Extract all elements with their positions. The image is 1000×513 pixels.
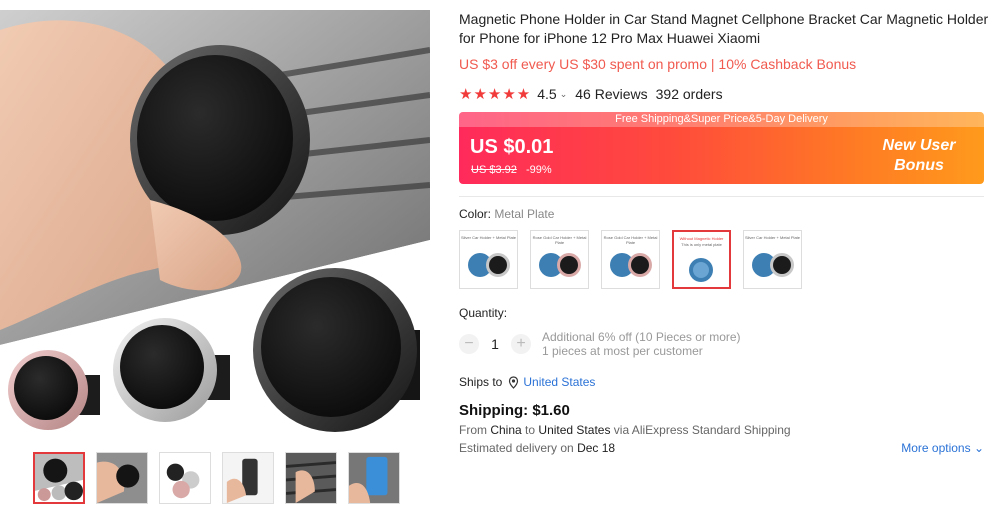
divider: [459, 196, 984, 197]
swatch-caption: Silver Car Holder + Metal Plate: [744, 235, 801, 240]
to-prefix: to: [525, 423, 536, 437]
from-country: China: [490, 423, 522, 437]
swatch-silver[interactable]: Silver Car Holder + Metal Plate: [459, 230, 518, 289]
swatch-metal-plate[interactable]: Without Magnetic Holder This is only met…: [672, 230, 731, 289]
quantity-stepper: − + Additional 6% off (10 Pieces or more…: [459, 330, 989, 358]
price-box: Free Shipping&Super Price&5-Day Delivery…: [459, 112, 984, 184]
thumbnail-5[interactable]: [285, 452, 337, 504]
location-pin-icon: [509, 375, 519, 389]
from-prefix: From: [459, 423, 487, 437]
swatch-caption: Rose Gold Car Holder + Metal Plate: [603, 235, 658, 245]
thumbnail-1[interactable]: [33, 452, 85, 504]
swatch-caption: Rose Gold Car Holder + Metal Plate: [532, 235, 587, 245]
swatch-caption: Silver Car Holder + Metal Plate: [460, 235, 517, 240]
new-user-bonus[interactable]: New User Bonus: [854, 136, 984, 180]
shipping-route: From China to United States via AliExpre…: [459, 423, 989, 437]
delivery-row: Estimated delivery on Dec 18 More option…: [459, 441, 984, 455]
thumbnail-2[interactable]: [96, 452, 148, 504]
orders-count: 392 orders: [655, 86, 723, 102]
rating-value[interactable]: 4.5: [537, 86, 556, 102]
new-user-line1: New User: [882, 137, 956, 154]
estimated-date: Dec 18: [577, 441, 616, 455]
shipping-method: via AliExpress Standard Shipping: [613, 423, 791, 437]
product-info: Magnetic Phone Holder in Car Stand Magne…: [459, 10, 989, 455]
quantity-input[interactable]: [479, 336, 511, 352]
estimated-delivery: Estimated delivery on Dec 18: [459, 441, 615, 455]
chevron-down-icon[interactable]: ⌄: [560, 89, 568, 100]
color-label-row: Color: Metal Plate: [459, 207, 989, 221]
color-swatches: Silver Car Holder + Metal Plate Rose Gol…: [459, 230, 989, 289]
ships-to-row: Ships to United States: [459, 375, 989, 389]
thumbnail-4[interactable]: [222, 452, 274, 504]
swatch-rose-gold[interactable]: Rose Gold Car Holder + Metal Plate: [530, 230, 589, 289]
color-label: Color:: [459, 207, 492, 221]
thumbnail-strip: [33, 452, 400, 504]
new-user-line2: Bonus: [894, 157, 944, 174]
quantity-minus-button[interactable]: −: [459, 334, 479, 354]
product-title: Magnetic Phone Holder in Car Stand Magne…: [459, 11, 989, 46]
more-options-button[interactable]: More options ⌄: [901, 441, 984, 455]
discount-badge: -99%: [525, 164, 552, 176]
thumbnail-3[interactable]: [159, 452, 211, 504]
rating-stars-icon: ★★★★★: [459, 86, 532, 103]
thumbnail-6[interactable]: [348, 452, 400, 504]
chevron-down-icon: ⌄: [973, 441, 984, 455]
bulk-discount-note: Additional 6% off (10 Pieces or more): [542, 330, 741, 344]
estimated-prefix: Estimated delivery on: [459, 441, 574, 455]
ships-to-country-link[interactable]: United States: [523, 375, 595, 389]
ships-to-label: Ships to: [459, 375, 503, 389]
original-price-row: US $3.92 -99%: [471, 164, 552, 176]
reviews-link[interactable]: 46 Reviews: [575, 86, 647, 102]
price-banner: Free Shipping&Super Price&5-Day Delivery: [459, 112, 984, 127]
to-country: United States: [538, 423, 611, 437]
quantity-notes: Additional 6% off (10 Pieces or more) 1 …: [542, 330, 741, 358]
swatch-caption-2: This is only metal plate: [681, 242, 722, 247]
swatch-silver-2[interactable]: Silver Car Holder + Metal Plate: [743, 230, 802, 289]
promo-text[interactable]: US $3 off every US $30 spent on promo | …: [459, 56, 989, 72]
quantity-plus-button[interactable]: +: [511, 334, 531, 354]
color-selected-value: Metal Plate: [494, 207, 555, 221]
original-price: US $3.92: [471, 164, 517, 176]
rating-row: ★★★★★ 4.5 ⌄ 46 Reviews 392 orders: [459, 85, 989, 103]
quantity-label: Quantity:: [459, 306, 508, 320]
purchase-limit-note: 1 pieces at most per customer: [542, 344, 703, 358]
more-options-label: More options: [901, 441, 971, 455]
current-price: US $0.01: [470, 136, 554, 158]
swatch-caption: Without Magnetic Holder: [679, 236, 724, 241]
shipping-price: Shipping: $1.60: [459, 402, 570, 419]
main-product-image[interactable]: [0, 10, 430, 440]
swatch-rose-gold-2[interactable]: Rose Gold Car Holder + Metal Plate: [601, 230, 660, 289]
